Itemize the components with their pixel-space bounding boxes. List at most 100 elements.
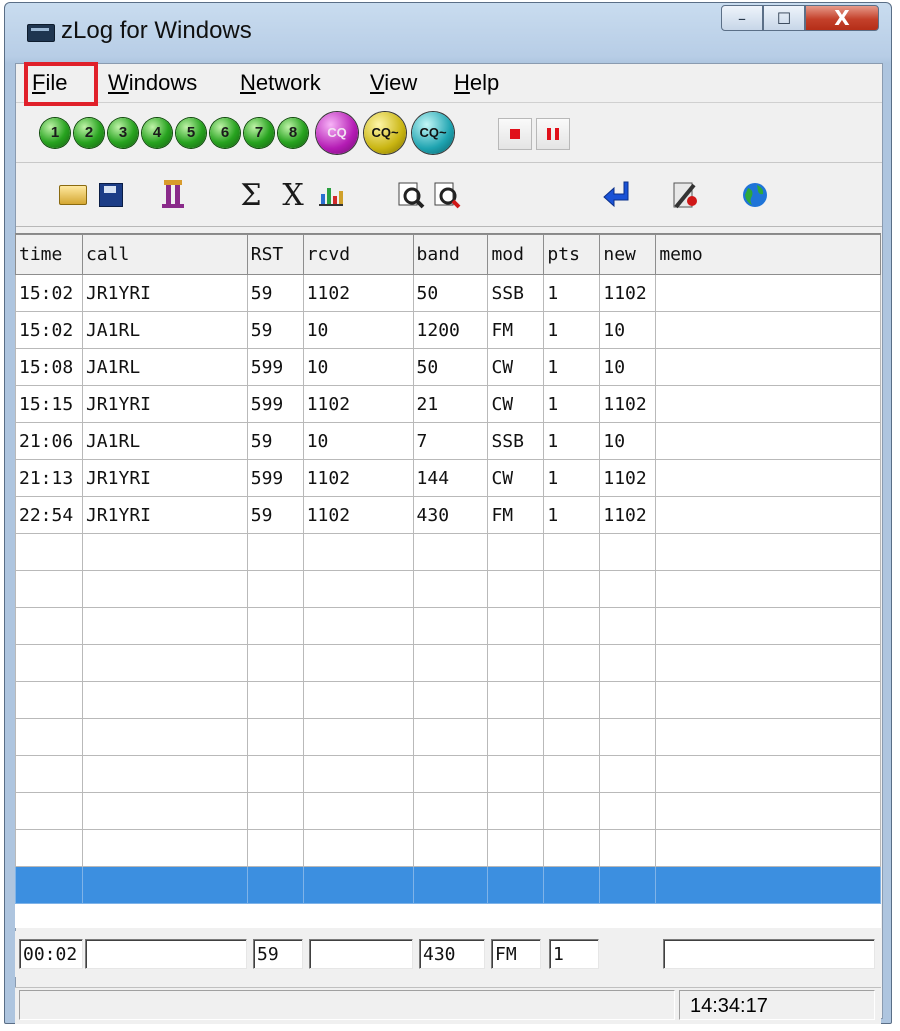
cell-mod[interactable] (487, 570, 545, 608)
cell-new[interactable] (599, 644, 657, 682)
cell-mod[interactable] (487, 644, 545, 682)
cell-new[interactable]: 1102 (599, 459, 657, 497)
cell-call[interactable]: JR1YRI (81, 496, 248, 534)
cell-rst[interactable] (246, 866, 304, 904)
cell-time[interactable]: 15:02 (15, 311, 83, 349)
cell-band[interactable]: 50 (412, 348, 489, 386)
cell-call[interactable] (81, 533, 248, 571)
cell-mod[interactable]: CW (487, 459, 545, 497)
empty-row[interactable] (15, 829, 881, 867)
cell-band[interactable] (412, 866, 489, 904)
cell-pts[interactable] (543, 533, 601, 571)
cell-rst[interactable]: 599 (246, 348, 304, 386)
cell-call[interactable] (81, 866, 248, 904)
cq-button[interactable]: CQ (316, 112, 358, 154)
cell-memo[interactable] (655, 496, 881, 534)
cell-band[interactable]: 21 (412, 385, 489, 423)
cell-pts[interactable]: 1 (543, 311, 601, 349)
cell-mod[interactable]: SSB (487, 274, 545, 312)
cell-rcvd[interactable]: 1102 (302, 274, 414, 312)
cell-memo[interactable] (655, 385, 881, 423)
cell-band[interactable] (412, 829, 489, 867)
cell-time[interactable] (15, 570, 83, 608)
cell-new[interactable] (599, 570, 657, 608)
pause-button[interactable] (536, 118, 570, 150)
cell-memo[interactable] (655, 348, 881, 386)
cell-new[interactable]: 10 (599, 422, 657, 460)
cell-rcvd[interactable]: 1102 (302, 385, 414, 423)
cell-call[interactable] (81, 792, 248, 830)
cell-mod[interactable]: FM (487, 311, 545, 349)
open-button[interactable] (54, 176, 92, 214)
cell-rst[interactable] (246, 681, 304, 719)
col-new[interactable]: new (599, 234, 657, 275)
cell-call[interactable]: JR1YRI (81, 385, 248, 423)
menu-windows[interactable]: Windows (108, 64, 197, 102)
cell-pts[interactable] (543, 607, 601, 645)
memo-input[interactable] (663, 939, 875, 969)
cell-rst[interactable] (246, 718, 304, 756)
cell-mod[interactable]: FM (487, 496, 545, 534)
rcvd-input[interactable] (309, 939, 413, 969)
partial-check-button[interactable] (154, 176, 192, 214)
cell-memo[interactable] (655, 866, 881, 904)
cell-rst[interactable] (246, 792, 304, 830)
cell-new[interactable]: 10 (599, 348, 657, 386)
col-pts[interactable]: pts (543, 234, 601, 275)
cell-memo[interactable] (655, 533, 881, 571)
menu-view[interactable]: View (370, 64, 417, 102)
cell-rcvd[interactable] (302, 533, 414, 571)
cell-rcvd[interactable] (302, 829, 414, 867)
cell-time[interactable] (15, 755, 83, 793)
cell-pts[interactable]: 1 (543, 348, 601, 386)
cell-new[interactable] (599, 533, 657, 571)
cell-new[interactable] (599, 829, 657, 867)
cell-time[interactable]: 21:06 (15, 422, 83, 460)
cq-repeat-alt-button[interactable]: CQ~ (412, 112, 454, 154)
cell-band[interactable] (412, 644, 489, 682)
options-button[interactable] (666, 176, 704, 214)
cell-rst[interactable]: 599 (246, 459, 304, 497)
cell-call[interactable] (81, 607, 248, 645)
cell-rcvd[interactable] (302, 681, 414, 719)
cell-memo[interactable] (655, 755, 881, 793)
cell-new[interactable]: 1102 (599, 274, 657, 312)
cell-time[interactable]: 15:15 (15, 385, 83, 423)
cell-call[interactable] (81, 681, 248, 719)
cell-time[interactable] (15, 718, 83, 756)
cell-band[interactable] (412, 607, 489, 645)
table-row[interactable]: 15:02 JA1RL 59 10 1200 FM 1 10 (15, 311, 881, 349)
cell-call[interactable] (81, 718, 248, 756)
cell-time[interactable]: 21:13 (15, 459, 83, 497)
cell-rst[interactable] (246, 607, 304, 645)
table-row[interactable]: 21:13 JR1YRI 599 1102 144 CW 1 1102 (15, 459, 881, 497)
cw-memory-4-button[interactable]: 4 (142, 118, 172, 148)
cell-pts[interactable] (543, 755, 601, 793)
col-rcvd[interactable]: rcvd (302, 234, 414, 275)
cell-new[interactable] (599, 607, 657, 645)
cell-band[interactable]: 7 (412, 422, 489, 460)
cell-pts[interactable] (543, 644, 601, 682)
cell-time[interactable] (15, 792, 83, 830)
cell-pts[interactable]: 1 (543, 496, 601, 534)
log-grid[interactable]: time call RST rcvd band mod pts new memo… (15, 233, 881, 928)
world-map-button[interactable] (736, 176, 774, 214)
cell-time[interactable]: 15:08 (15, 348, 83, 386)
cell-rcvd[interactable] (302, 755, 414, 793)
cell-band[interactable]: 1200 (412, 311, 489, 349)
empty-row[interactable] (15, 607, 881, 645)
cell-new[interactable] (599, 718, 657, 756)
stop-button[interactable] (498, 118, 532, 150)
cell-memo[interactable] (655, 607, 881, 645)
cell-mod[interactable] (487, 681, 545, 719)
cell-pts[interactable]: 1 (543, 422, 601, 460)
cell-time[interactable] (15, 681, 83, 719)
table-row[interactable]: 15:02 JR1YRI 59 1102 50 SSB 1 1102 (15, 274, 881, 312)
menu-network[interactable]: Network (240, 64, 321, 102)
col-memo[interactable]: memo (655, 234, 881, 275)
cell-time[interactable]: 15:02 (15, 274, 83, 312)
cell-band[interactable]: 430 (412, 496, 489, 534)
cell-call[interactable]: JR1YRI (81, 274, 248, 312)
table-row[interactable]: 15:15 JR1YRI 599 1102 21 CW 1 1102 (15, 385, 881, 423)
cell-memo[interactable] (655, 570, 881, 608)
